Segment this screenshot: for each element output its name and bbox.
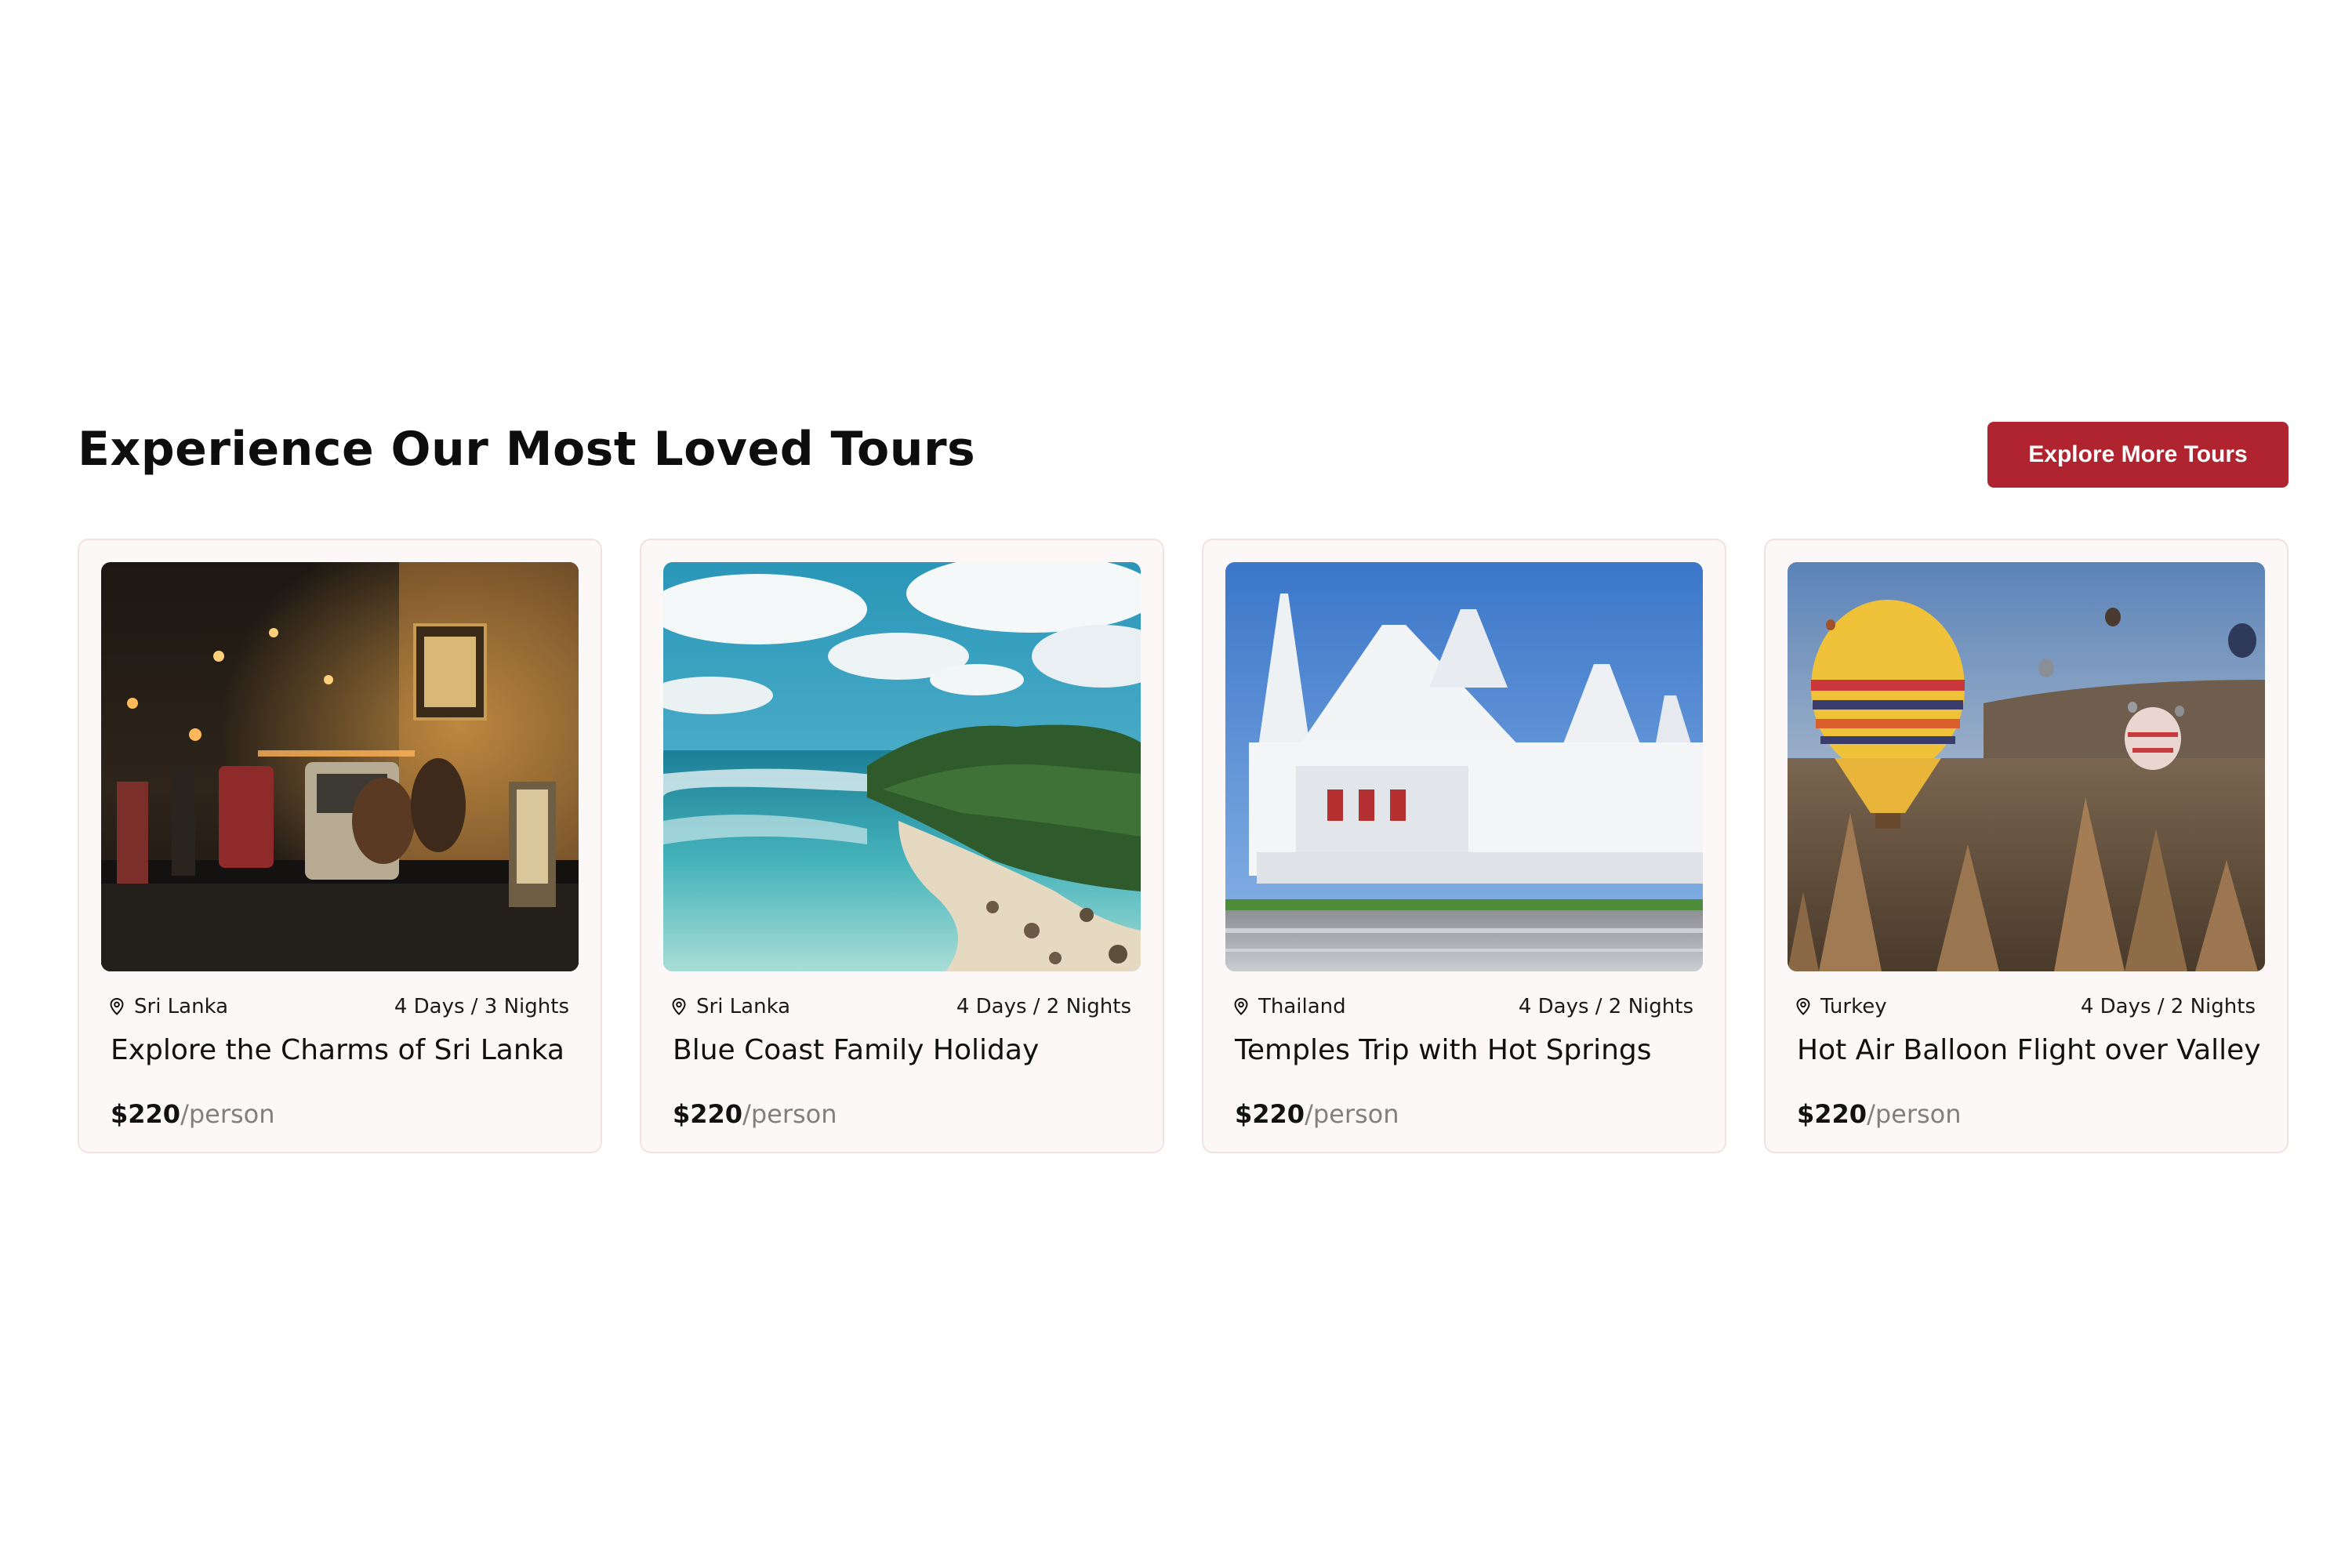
price-unit: /person (180, 1099, 275, 1129)
tour-duration: 4 Days / 3 Nights (394, 995, 569, 1018)
section-title: Experience Our Most Loved Tours (78, 422, 976, 477)
tour-cards: Sri Lanka 4 Days / 3 Nights Explore the … (78, 539, 2288, 1153)
section-header: Experience Our Most Loved Tours Explore … (78, 420, 2288, 495)
tour-meta: Turkey 4 Days / 2 Nights (1788, 995, 2265, 1018)
tour-location: Sri Lanka (671, 995, 790, 1018)
tour-location-label: Sri Lanka (696, 995, 791, 1018)
tour-title[interactable]: Explore the Charms of Sri Lanka (111, 1034, 579, 1066)
white-temple-photo[interactable] (1225, 562, 1703, 971)
tour-title[interactable]: Temples Trip with Hot Springs (1235, 1034, 1703, 1066)
tour-location: Turkey (1795, 995, 1887, 1018)
tropical-beach-photo[interactable] (663, 562, 1141, 971)
location-pin-icon (109, 997, 125, 1016)
tour-meta: Thailand 4 Days / 2 Nights (1225, 995, 1703, 1018)
location-pin-icon (1795, 997, 1811, 1016)
price-unit: /person (742, 1099, 837, 1129)
tour-location-label: Sri Lanka (134, 995, 229, 1018)
tour-location: Thailand (1233, 995, 1346, 1018)
tour-card[interactable]: Thailand 4 Days / 2 Nights Temples Trip … (1202, 539, 1726, 1153)
price-amount: $220 (673, 1099, 743, 1129)
tour-price: $220/person (673, 1099, 1141, 1129)
tour-title[interactable]: Hot Air Balloon Flight over Valley (1797, 1034, 2265, 1066)
price-amount: $220 (111, 1099, 181, 1129)
price-unit: /person (1305, 1099, 1399, 1129)
tour-card[interactable]: Sri Lanka 4 Days / 3 Nights Explore the … (78, 539, 602, 1153)
tour-duration: 4 Days / 2 Nights (956, 995, 1131, 1018)
location-pin-icon (1233, 997, 1249, 1016)
tour-card[interactable]: Sri Lanka 4 Days / 2 Nights Blue Coast F… (640, 539, 1164, 1153)
tour-price: $220/person (1797, 1099, 2265, 1129)
tour-location: Sri Lanka (109, 995, 228, 1018)
hot-air-balloons-photo[interactable] (1788, 562, 2265, 971)
tour-meta: Sri Lanka 4 Days / 2 Nights (663, 995, 1141, 1018)
tours-section: Experience Our Most Loved Tours Explore … (78, 420, 2288, 1153)
explore-more-tours-button[interactable]: Explore More Tours (1987, 422, 2288, 488)
tour-price: $220/person (1235, 1099, 1703, 1129)
location-pin-icon (671, 997, 687, 1016)
tour-meta: Sri Lanka 4 Days / 3 Nights (101, 995, 579, 1018)
tour-duration: 4 Days / 2 Nights (1518, 995, 1693, 1018)
tour-title[interactable]: Blue Coast Family Holiday (673, 1034, 1141, 1066)
price-amount: $220 (1235, 1099, 1305, 1129)
tour-price: $220/person (111, 1099, 579, 1129)
tour-duration: 4 Days / 2 Nights (2080, 995, 2256, 1018)
price-unit: /person (1867, 1099, 1962, 1129)
tour-card[interactable]: Turkey 4 Days / 2 Nights Hot Air Balloon… (1764, 539, 2288, 1153)
tour-location-label: Thailand (1258, 995, 1346, 1018)
night-street-market-photo[interactable] (101, 562, 579, 971)
tour-location-label: Turkey (1820, 995, 1887, 1018)
price-amount: $220 (1797, 1099, 1867, 1129)
